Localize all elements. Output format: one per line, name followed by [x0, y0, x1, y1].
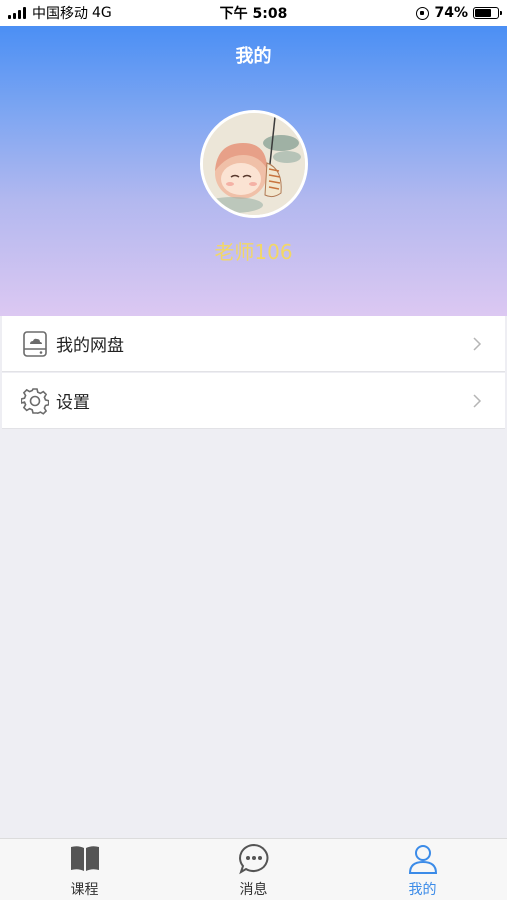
battery-icon [473, 7, 502, 19]
status-left: 中国移动 4G [8, 3, 416, 23]
menu-item-cloud-drive[interactable]: 我的网盘 [2, 316, 505, 372]
signal-icon [8, 7, 26, 19]
username: 老师106 [214, 240, 293, 264]
person-icon [407, 843, 439, 875]
chevron-right-icon [467, 391, 487, 411]
avatar-illustration-icon [203, 113, 305, 215]
profile-header: 我的 老师106 [0, 26, 507, 316]
menu-item-label: 设置 [56, 393, 90, 413]
tab-label: 消息 [239, 882, 268, 898]
bottom-tab-bar: 课程 消息 我的 [0, 838, 507, 900]
page-title: 我的 [235, 46, 272, 67]
network-label: 4G [92, 5, 112, 21]
menu-list: 我的网盘 设置 [2, 316, 505, 429]
drive-icon [20, 329, 50, 359]
menu-item-label: 我的网盘 [56, 336, 124, 356]
avatar[interactable] [200, 110, 308, 218]
tab-courses[interactable]: 课程 [0, 839, 169, 900]
battery-fill [475, 9, 492, 17]
menu-item-settings[interactable]: 设置 [2, 373, 505, 429]
tab-profile[interactable]: 我的 [338, 839, 507, 900]
gear-icon [20, 386, 50, 416]
book-icon [69, 843, 101, 875]
status-right: 74% [416, 5, 502, 21]
tab-messages[interactable]: 消息 [169, 839, 338, 900]
tab-label: 我的 [408, 882, 437, 898]
chevron-right-icon [467, 334, 487, 354]
chat-icon [238, 843, 270, 875]
tab-label: 课程 [70, 882, 99, 898]
carrier-label: 中国移动 [32, 6, 88, 22]
battery-percent: 74% [434, 5, 468, 21]
rotation-lock-icon [416, 6, 430, 20]
status-bar: 中国移动 4G 下午 5:08 74% [0, 0, 507, 26]
